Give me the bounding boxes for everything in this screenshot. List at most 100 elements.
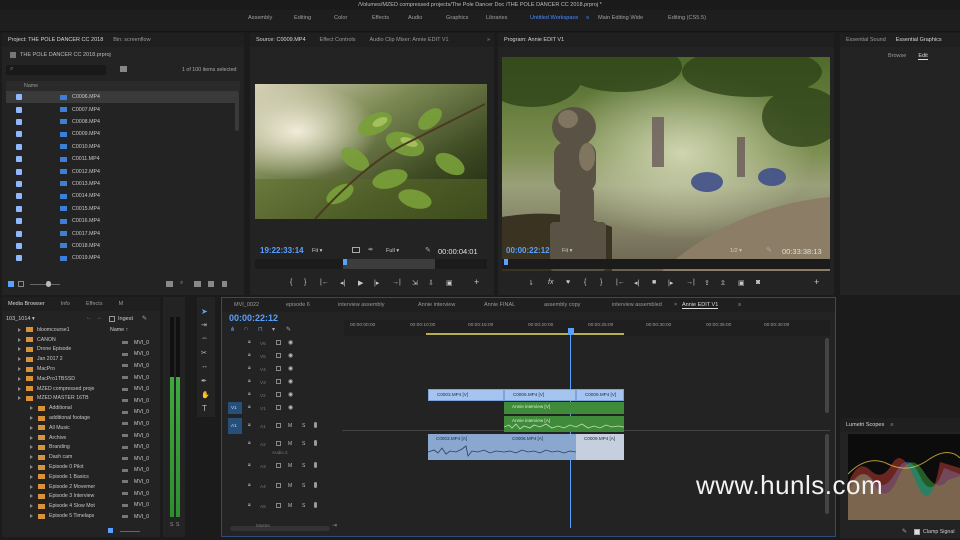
audio-track-header[interactable]: 🔒︎ A1 M S [244, 420, 338, 436]
timeline-settings-icon[interactable]: ✎ [286, 326, 291, 333]
workspace-menu-icon[interactable]: ≡ [586, 15, 589, 21]
checkbox-icon[interactable] [16, 156, 22, 163]
workspace-libraries[interactable]: Libraries [486, 15, 507, 21]
tab-source[interactable]: Source: C0009.MP4 [256, 37, 306, 43]
sync-lock-icon[interactable] [276, 392, 281, 397]
lock-icon[interactable]: 🔒︎ [248, 365, 251, 371]
program-mark-in-button[interactable]: ⇂ [528, 279, 534, 287]
lock-icon[interactable]: 🔒︎ [248, 391, 251, 397]
clip-annie-a[interactable]: Annie interview [A] [504, 416, 624, 432]
lock-icon[interactable]: 🔒︎ [248, 378, 251, 384]
col-name-header[interactable]: Name [24, 83, 38, 89]
eye-icon[interactable]: ◉ [288, 339, 293, 346]
media-file-item[interactable]: MVI_0 [108, 418, 158, 430]
tab-audio-clip-mixer[interactable]: Audio Clip Mixer: Annie EDIT V1 [370, 37, 449, 43]
sync-lock-icon[interactable] [276, 366, 281, 371]
project-item[interactable]: C0011.MP4 [6, 153, 236, 165]
program-quality-select[interactable]: 1/2 ▾ [730, 248, 742, 254]
step-forward-button[interactable]: |▸ [374, 279, 379, 287]
snap-icon[interactable]: ⋔ [230, 326, 235, 333]
video-track-header[interactable]: 🔒︎ V6 ◉ [244, 338, 338, 350]
disclosure-triangle-icon[interactable] [30, 416, 33, 421]
checkbox-icon[interactable] [16, 118, 22, 125]
project-item[interactable]: C0009.MP4 [6, 128, 236, 140]
lock-icon[interactable]: 🔒︎ [248, 482, 251, 488]
folder-item[interactable]: bloomcourse1 [2, 325, 106, 335]
audio-track-header[interactable]: 🔒︎ A2 M S [244, 438, 338, 454]
source-add-button[interactable]: + [474, 277, 479, 287]
project-item[interactable]: C0007.MP4 [6, 103, 236, 115]
mark-out-button[interactable]: } [304, 279, 306, 286]
tab-effect-controls[interactable]: Effect Controls [320, 37, 356, 43]
audio-track-header[interactable]: 🔒︎ A3 M S [244, 460, 338, 476]
sync-lock-icon[interactable] [276, 483, 281, 488]
checkbox-icon[interactable] [16, 205, 22, 212]
clip-annie-v[interactable]: Annie interview [V] [504, 402, 624, 414]
media-file-item[interactable]: MVI_0 [108, 441, 158, 453]
eye-icon[interactable]: ◉ [288, 378, 293, 385]
pen-tool-icon[interactable]: ✒ [201, 377, 207, 385]
sync-lock-icon[interactable] [276, 405, 281, 410]
clip-c0006-a[interactable]: C0006.MP4 [A] [504, 434, 576, 460]
lock-icon[interactable]: 🔒︎ [248, 404, 251, 410]
program-playhead[interactable] [504, 259, 508, 265]
tab-essential-graphics[interactable]: Essential Graphics [896, 37, 942, 43]
source-wrench-icon[interactable]: ✎ [425, 246, 431, 254]
program-go-out-button[interactable]: →| [686, 279, 695, 286]
project-item[interactable]: C0012.MP4 [6, 165, 236, 177]
sync-lock-icon[interactable] [276, 463, 281, 468]
disclosure-triangle-icon[interactable] [30, 406, 33, 411]
icon-view-icon[interactable] [18, 281, 24, 287]
program-wrench-icon[interactable]: ✎ [766, 246, 772, 254]
disclosure-triangle-icon[interactable] [30, 514, 33, 519]
tab-info[interactable]: Info [61, 301, 70, 307]
mute-button[interactable]: M [288, 503, 292, 509]
project-item[interactable]: C0016.MP4 [6, 215, 236, 227]
source-scrub-bar[interactable] [255, 259, 487, 269]
video-track-header[interactable]: 🔒︎ V2 ◉ [244, 390, 338, 402]
playhead-marker[interactable] [568, 328, 574, 335]
disclosure-triangle-icon[interactable] [30, 504, 33, 509]
project-item[interactable]: C0019.MP4 [6, 252, 236, 264]
folder-item[interactable]: Episode 2 Movemer [2, 482, 106, 492]
solo-button[interactable]: S [302, 483, 305, 489]
tab-program[interactable]: Program: Annie EDIT V1 [504, 37, 564, 43]
timeline-tab[interactable]: Annie interview [418, 302, 455, 308]
checkbox-icon[interactable] [16, 168, 22, 175]
checkbox-icon[interactable] [16, 230, 22, 237]
step-back-button[interactable]: ◂| [340, 279, 345, 287]
solo-button[interactable]: S [302, 423, 305, 429]
program-fx-button[interactable]: fx [548, 279, 553, 286]
checkbox-icon[interactable] [16, 218, 22, 225]
media-file-item[interactable]: MVI_0 [108, 499, 158, 511]
eye-icon[interactable]: ◉ [288, 391, 293, 398]
workspace-audio[interactable]: Audio [408, 15, 422, 21]
media-file-item[interactable]: MVI_0 [108, 465, 158, 477]
clamp-signal-checkbox[interactable] [914, 529, 920, 535]
time-ruler[interactable]: 00:00:00:00 00:00:10:00 00:00:15:00 00:00:2… [344, 320, 830, 336]
mic-icon[interactable] [314, 502, 317, 508]
folder-item[interactable]: Episode 1 Basics [2, 472, 106, 482]
zoom-slider-handle[interactable] [46, 281, 51, 287]
program-out-button[interactable]: } [600, 279, 602, 286]
lock-icon[interactable]: 🔒︎ [248, 462, 251, 468]
close-tab-icon[interactable]: × [674, 302, 677, 308]
play-button[interactable]: ▶ [358, 279, 363, 287]
media-file-item[interactable]: MVI_0 [108, 383, 158, 395]
folder-item[interactable]: CANON [2, 335, 106, 345]
project-item[interactable]: C0010.MP4 [6, 141, 236, 153]
new-bin-icon[interactable] [120, 66, 127, 72]
timeline-vscroll-video[interactable] [825, 338, 829, 413]
checkbox-icon[interactable] [16, 106, 22, 113]
checkbox-icon[interactable] [16, 180, 22, 187]
folder-item[interactable]: Drone Episode [2, 345, 106, 355]
mb-list-view-icon[interactable] [108, 528, 113, 533]
folder-item[interactable]: additional footage [2, 413, 106, 423]
extract-button[interactable]: ⇫ [720, 279, 726, 287]
timeline-tab[interactable]: interview assembled [612, 302, 662, 308]
eye-icon[interactable]: ◉ [288, 404, 293, 411]
media-file-item[interactable]: MVI_0 [108, 372, 158, 384]
type-tool-icon[interactable]: T [202, 404, 207, 413]
mic-icon[interactable] [314, 482, 317, 488]
timeline-zoom-end-icon[interactable]: ⇥ [332, 522, 337, 529]
